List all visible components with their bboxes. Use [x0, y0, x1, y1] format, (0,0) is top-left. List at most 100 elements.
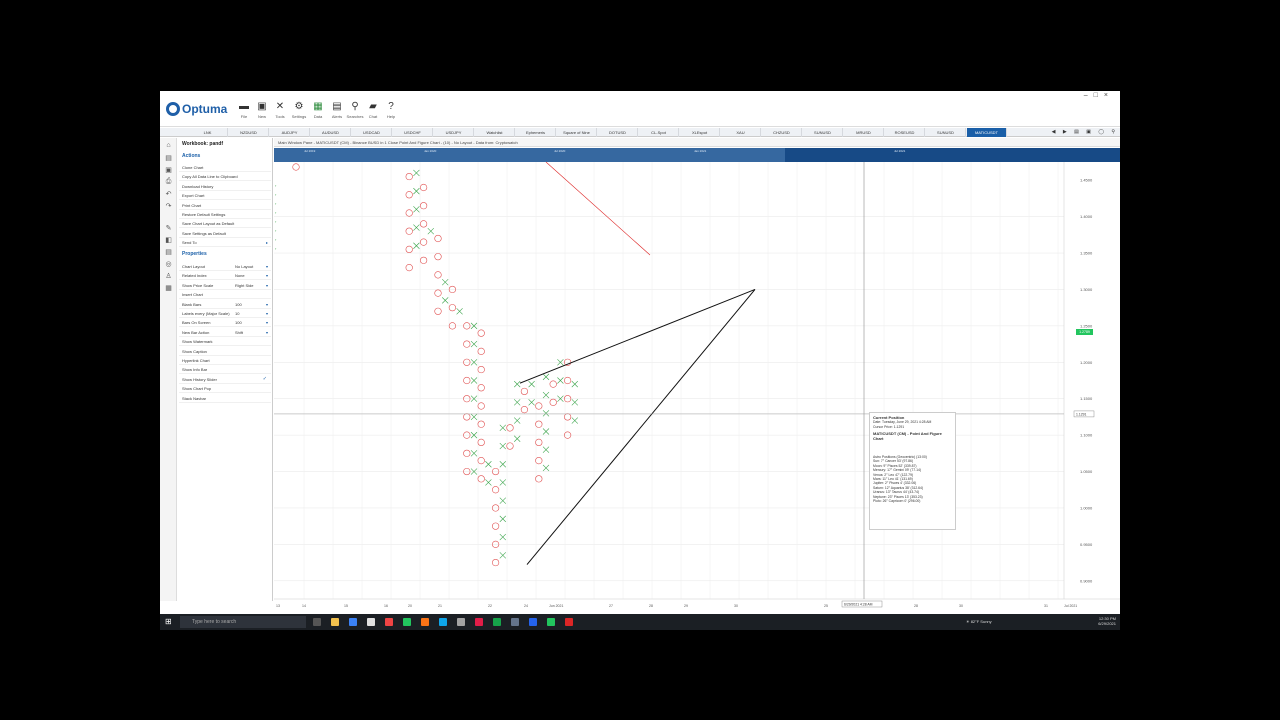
people-icon[interactable]: ♙ — [163, 272, 174, 281]
symbol-tab[interactable]: USDCHF — [393, 128, 433, 137]
property-row[interactable]: Show Price Scale Right Side ▾ — [179, 281, 271, 290]
redo-icon[interactable]: ↷ — [163, 202, 174, 211]
action-item[interactable]: Export Chart — [179, 191, 271, 201]
symbol-tab[interactable]: XAU — [721, 128, 761, 137]
symbol-tab[interactable]: LNK — [188, 128, 228, 137]
symbol-tab[interactable]: ROSEUSD — [885, 128, 925, 137]
history-slider[interactable]: Jul 2019 Jan 2020 Jul 2020 Jan 2021 Jul 2021 — [274, 148, 1120, 162]
settings-button[interactable]: ⚙ Settings — [290, 101, 308, 119]
symbol-tab[interactable]: CL-Spot — [639, 128, 679, 137]
dropdown-arrow-icon[interactable]: ▾ — [266, 300, 268, 308]
save-icon[interactable]: ▣ — [163, 166, 174, 175]
property-row[interactable]: Hyperlink Chart — [179, 356, 271, 365]
action-item[interactable]: Copy All Data Line to Clipboard — [179, 172, 271, 182]
property-row[interactable]: Stack Navbar — [179, 394, 271, 403]
window-controls[interactable]: –□× — [1084, 92, 1114, 99]
checkbox[interactable]: ✓ — [263, 375, 267, 383]
action-item[interactable]: Download History — [179, 182, 271, 191]
action-item[interactable]: Save Chart Layout as Default — [179, 219, 271, 229]
action-item[interactable]: Save Settings as Default — [179, 229, 271, 238]
symbol-tab[interactable]: USDCAD — [352, 128, 392, 137]
property-row[interactable]: Related Index None ▾ — [179, 271, 271, 281]
property-row[interactable]: Labels every (Major Scale) 10 ▾ — [179, 309, 271, 318]
dropdown-arrow-icon[interactable]: ▾ — [266, 281, 268, 289]
symbol-tab[interactable]: Square of Nine — [557, 128, 597, 137]
property-value[interactable]: Shift — [235, 328, 243, 336]
dropdown-arrow-icon[interactable]: ▾ — [266, 309, 268, 317]
minimize-button[interactable]: – — [1084, 92, 1094, 99]
property-row[interactable]: Show Info Bar — [179, 365, 271, 375]
pen-icon[interactable]: ✎ — [163, 224, 174, 233]
pnf-chart[interactable]: 1.4500 1.4000 1.3500 1.3000 1.2500 1.2000 1.15… — [274, 162, 1120, 614]
zoom-icon[interactable]: ◎ — [163, 260, 174, 269]
taskbar-app-icon[interactable] — [547, 618, 555, 626]
property-row[interactable]: Show Caption — [179, 347, 271, 356]
property-row[interactable]: Insert Chart — [179, 290, 271, 300]
symbol-tab[interactable]: Ephemeris — [516, 128, 556, 137]
taskbar-app-icon[interactable] — [439, 618, 447, 626]
dropdown-arrow-icon[interactable]: ▾ — [266, 318, 268, 326]
action-item[interactable]: Print Chart — [179, 201, 271, 210]
taskbar-app-icon[interactable] — [403, 618, 411, 626]
help-button[interactable]: ? Help — [382, 101, 400, 119]
file-button[interactable]: ▬ File — [235, 101, 253, 119]
tab-navigation[interactable]: ◀ ▶ ▤ ▣ ◯ ⚲ — [1052, 128, 1118, 137]
dropdown-arrow-icon[interactable]: ▾ — [266, 271, 268, 279]
taskbar-app-icon[interactable] — [475, 618, 483, 626]
property-row[interactable]: Show Chart Pop — [179, 384, 271, 394]
searches-button[interactable]: ⚲ Searches — [346, 101, 364, 119]
print-icon[interactable]: ⎙ — [163, 178, 174, 187]
taskbar-app-icon[interactable] — [457, 618, 465, 626]
symbol-tab[interactable]: USDJPY — [434, 128, 474, 137]
windows-start-icon[interactable]: ⊞ — [165, 618, 173, 626]
alerts-button[interactable]: ▤ Alerts — [328, 101, 346, 119]
lock-icon[interactable]: ▤ — [163, 248, 174, 257]
taskbar-app-icon[interactable] — [367, 618, 375, 626]
weather-widget[interactable]: ☀ 82°F Sunny — [966, 619, 992, 624]
home-icon[interactable]: ⌂ — [163, 142, 174, 151]
taskbar-app-icon[interactable] — [385, 618, 393, 626]
taskbar-app-icon[interactable] — [349, 618, 357, 626]
list-icon[interactable]: ▦ — [163, 284, 174, 293]
symbol-tab[interactable]: AUDUSD — [311, 128, 351, 137]
tools-button[interactable]: ✕ Tools — [271, 101, 289, 119]
property-row[interactable]: Show Watermark — [179, 337, 271, 347]
action-item[interactable]: Clone Chart — [179, 163, 271, 172]
property-value[interactable]: 100 — [235, 300, 242, 308]
taskbar-app-icon[interactable] — [421, 618, 429, 626]
symbol-tab[interactable]: MRUSD — [844, 128, 884, 137]
symbol-tab[interactable]: CHZUSD — [762, 128, 802, 137]
property-row[interactable]: Chart Layout No Layout ▾ — [179, 262, 271, 271]
property-value[interactable]: 100 — [235, 318, 242, 326]
symbol-tab[interactable]: Watchlist — [475, 128, 515, 137]
property-value[interactable]: No Layout — [235, 262, 253, 270]
chart-icon[interactable]: ▤ — [163, 154, 174, 163]
maximize-button[interactable]: □ — [1094, 92, 1104, 99]
chat-button[interactable]: ▰ Chat — [364, 101, 382, 119]
taskbar-search[interactable]: Type here to search — [180, 616, 306, 628]
taskbar-app-icon[interactable] — [529, 618, 537, 626]
taskbar-app-icon[interactable] — [493, 618, 501, 626]
property-value[interactable]: Right Side — [235, 281, 253, 289]
symbol-tab[interactable]: DOTUSD — [598, 128, 638, 137]
taskbar-app-icon[interactable] — [511, 618, 519, 626]
property-row[interactable]: Blank Bars 100 ▾ — [179, 300, 271, 309]
new-button[interactable]: ▣ New — [253, 101, 271, 119]
dropdown-arrow-icon[interactable]: ▾ — [266, 328, 268, 336]
property-row[interactable]: New Bar Action Shift ▾ — [179, 328, 271, 337]
taskbar-app-icon[interactable] — [331, 618, 339, 626]
symbol-tab[interactable]: MATICUSDT — [967, 128, 1007, 137]
property-value[interactable]: None — [235, 271, 245, 279]
symbol-tab[interactable]: NZDUSD — [229, 128, 269, 137]
taskbar-app-icon[interactable] — [313, 618, 321, 626]
property-row[interactable]: Show History Slider ✓ — [179, 375, 271, 384]
layers-icon[interactable]: ◧ — [163, 236, 174, 245]
symbol-tab[interactable]: SUNUSD — [803, 128, 843, 137]
symbol-tab[interactable]: XLEspot — [680, 128, 720, 137]
property-row[interactable]: Bars On Screen 100 ▾ — [179, 318, 271, 328]
close-button[interactable]: × — [1104, 92, 1114, 99]
taskbar-app-icon[interactable] — [565, 618, 573, 626]
data-button[interactable]: ▦ Data — [309, 101, 327, 119]
undo-icon[interactable]: ↶ — [163, 190, 174, 199]
dropdown-arrow-icon[interactable]: ▾ — [266, 262, 268, 270]
